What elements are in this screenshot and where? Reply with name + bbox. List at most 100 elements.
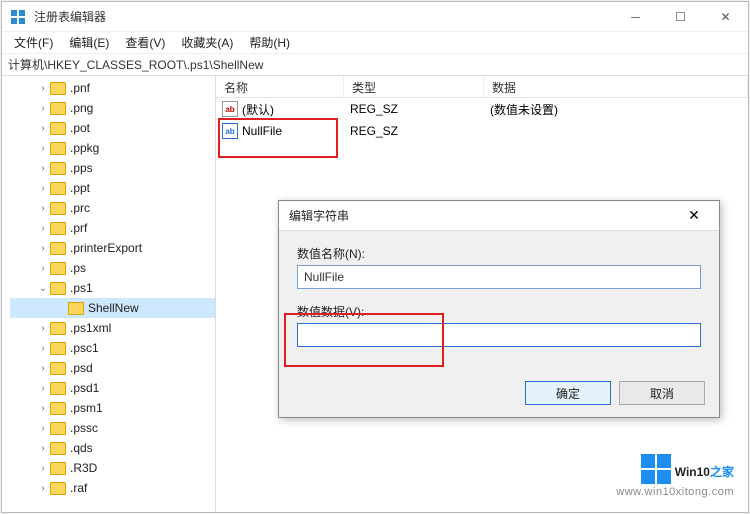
string-value-icon: ab xyxy=(222,123,238,139)
dialog-title: 编辑字符串 xyxy=(289,207,679,224)
menubar: 文件(F) 编辑(E) 查看(V) 收藏夹(A) 帮助(H) xyxy=(2,32,748,54)
tree-node[interactable]: ›.ppt xyxy=(10,178,215,198)
maximize-button[interactable]: ☐ xyxy=(658,2,703,32)
tree-label: .ps1xml xyxy=(70,321,111,335)
value-name-input[interactable] xyxy=(297,265,701,289)
chevron-icon: › xyxy=(36,263,50,274)
chevron-icon: › xyxy=(36,423,50,434)
tree-node[interactable]: ›.psc1 xyxy=(10,338,215,358)
watermark: Win10之家 www.win10xitong.com xyxy=(616,454,734,498)
tree-node[interactable]: ⌄ .ps1 xyxy=(10,278,215,298)
col-name[interactable]: 名称 xyxy=(216,76,344,97)
tree-node[interactable]: ›.psm1 xyxy=(10,398,215,418)
brand-text-b: 之家 xyxy=(710,465,734,479)
chevron-icon: › xyxy=(36,243,50,254)
menu-edit[interactable]: 编辑(E) xyxy=(61,32,117,53)
tree-node[interactable]: › .prc xyxy=(10,198,215,218)
tree-node[interactable]: ›.pot xyxy=(10,118,215,138)
tree-label: .ps xyxy=(70,261,86,275)
value-name: (默认) xyxy=(242,101,342,118)
tree-label: .raf xyxy=(70,481,87,495)
menu-view[interactable]: 查看(V) xyxy=(117,32,173,53)
tree-node[interactable]: ›.R3D xyxy=(10,458,215,478)
folder-icon xyxy=(50,362,66,375)
chevron-icon: › xyxy=(36,203,50,214)
chevron-icon: › xyxy=(36,223,50,234)
tree-label: .qds xyxy=(70,441,93,455)
folder-icon xyxy=(50,342,66,355)
minimize-button[interactable]: ─ xyxy=(613,2,658,32)
ok-button[interactable]: 确定 xyxy=(525,381,611,405)
tree-node[interactable]: ShellNew xyxy=(10,298,215,318)
chevron-icon: ⌄ xyxy=(36,283,50,294)
tree-label: .psd1 xyxy=(70,381,99,395)
string-value-icon: ab xyxy=(222,101,238,117)
chevron-icon: › xyxy=(36,163,50,174)
tree-node[interactable]: › .ps1xml xyxy=(10,318,215,338)
value-data-input[interactable] xyxy=(297,323,701,347)
tree-label: .ppkg xyxy=(70,141,99,155)
close-button[interactable]: ✕ xyxy=(703,2,748,32)
tree-label: .R3D xyxy=(70,461,97,475)
tree-node[interactable]: ›.png xyxy=(10,98,215,118)
chevron-icon: › xyxy=(36,103,50,114)
window-title: 注册表编辑器 xyxy=(34,8,613,25)
path-text: 计算机\HKEY_CLASSES_ROOT\.ps1\ShellNew xyxy=(8,56,263,73)
chevron-icon: › xyxy=(36,363,50,374)
folder-icon xyxy=(50,462,66,475)
chevron-icon: › xyxy=(36,403,50,414)
value-data-label: 数值数据(V): xyxy=(297,303,701,320)
col-type[interactable]: 类型 xyxy=(344,76,484,97)
tree-node[interactable]: ›.raf xyxy=(10,478,215,498)
menu-file[interactable]: 文件(F) xyxy=(6,32,61,53)
value-row[interactable]: ab(默认)REG_SZ(数值未设置) xyxy=(216,98,748,120)
col-data[interactable]: 数据 xyxy=(484,76,748,97)
tree-node[interactable]: ›.pps xyxy=(10,158,215,178)
brand-text-a: Win10 xyxy=(675,465,710,479)
folder-icon xyxy=(50,482,66,495)
chevron-icon: › xyxy=(36,83,50,94)
tree-label: .psd xyxy=(70,361,93,375)
menu-help[interactable]: 帮助(H) xyxy=(241,32,298,53)
windows-logo-icon xyxy=(641,454,671,484)
tree-label: .pot xyxy=(70,121,90,135)
tree-node[interactable]: › .ps xyxy=(10,258,215,278)
tree-node[interactable]: ›.pssc xyxy=(10,418,215,438)
folder-icon xyxy=(68,302,84,315)
regedit-icon xyxy=(10,9,26,25)
chevron-icon: › xyxy=(36,443,50,454)
tree-node[interactable]: › .psd1 xyxy=(10,378,215,398)
tree-label: .psc1 xyxy=(70,341,99,355)
value-type: REG_SZ xyxy=(342,102,482,116)
menu-favorites[interactable]: 收藏夹(A) xyxy=(173,32,241,53)
value-name-label: 数值名称(N): xyxy=(297,245,701,262)
tree-node[interactable]: ›.printerExport xyxy=(10,238,215,258)
tree-node[interactable]: › .prf xyxy=(10,218,215,238)
folder-icon xyxy=(50,262,66,275)
folder-icon xyxy=(50,282,66,295)
folder-icon xyxy=(50,222,66,235)
folder-icon xyxy=(50,102,66,115)
chevron-icon: › xyxy=(36,383,50,394)
address-bar[interactable]: 计算机\HKEY_CLASSES_ROOT\.ps1\ShellNew xyxy=(2,54,748,76)
folder-icon xyxy=(50,442,66,455)
tree-label: .prf xyxy=(70,221,87,235)
tree-label: .prc xyxy=(70,201,90,215)
dialog-close-button[interactable]: ✕ xyxy=(679,207,709,224)
folder-icon xyxy=(50,202,66,215)
value-row[interactable]: abNullFileREG_SZ xyxy=(216,120,748,142)
value-type: REG_SZ xyxy=(342,124,482,138)
chevron-icon: › xyxy=(36,323,50,334)
cancel-button[interactable]: 取消 xyxy=(619,381,705,405)
tree-label: .ps1 xyxy=(70,281,93,295)
list-header: 名称 类型 数据 xyxy=(216,76,748,98)
folder-icon xyxy=(50,322,66,335)
tree-node[interactable]: › .qds xyxy=(10,438,215,458)
tree-node[interactable]: ›.pnf xyxy=(10,78,215,98)
value-data: (数值未设置) xyxy=(482,101,748,118)
folder-icon xyxy=(50,122,66,135)
tree-panel[interactable]: ›.pnf›.png›.pot›.ppkg›.pps›.ppt›.prc›.pr… xyxy=(2,76,216,512)
tree-node[interactable]: ›.ppkg xyxy=(10,138,215,158)
window-controls: ─ ☐ ✕ xyxy=(613,2,748,32)
tree-node[interactable]: › .psd xyxy=(10,358,215,378)
